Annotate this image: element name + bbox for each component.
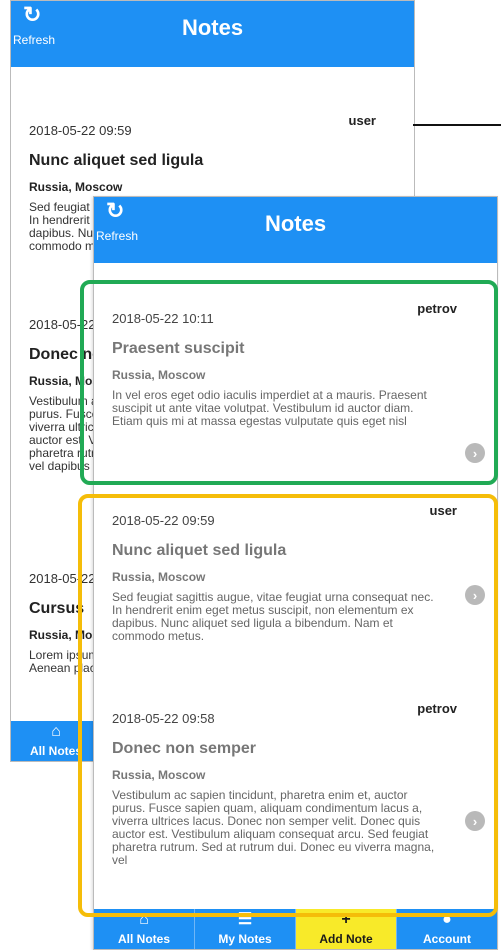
note-date: 2018-05-22 09:59 [29,123,132,138]
page-title: Notes [181,15,244,40]
tab-label: Add Note [319,932,373,946]
connector-line [413,124,501,126]
tab-label: My Notes [218,932,272,946]
front-header: ↻ Refresh Notes [94,197,497,263]
page-title: Notes [264,211,327,236]
highlight-box-yellow [78,494,498,917]
tab-label: All Notes [29,744,82,758]
back-header: ↻ Refresh Notes [11,1,414,67]
tab-label: Account [423,932,471,946]
note-title: Nunc aliquet sed ligula [29,152,204,169]
home-icon: ⌂ [51,723,61,740]
tab-label: All Notes [117,932,170,946]
note-location: Russia, Moscow [29,180,123,194]
note-user: user [348,113,376,128]
highlight-box-green [80,280,498,485]
